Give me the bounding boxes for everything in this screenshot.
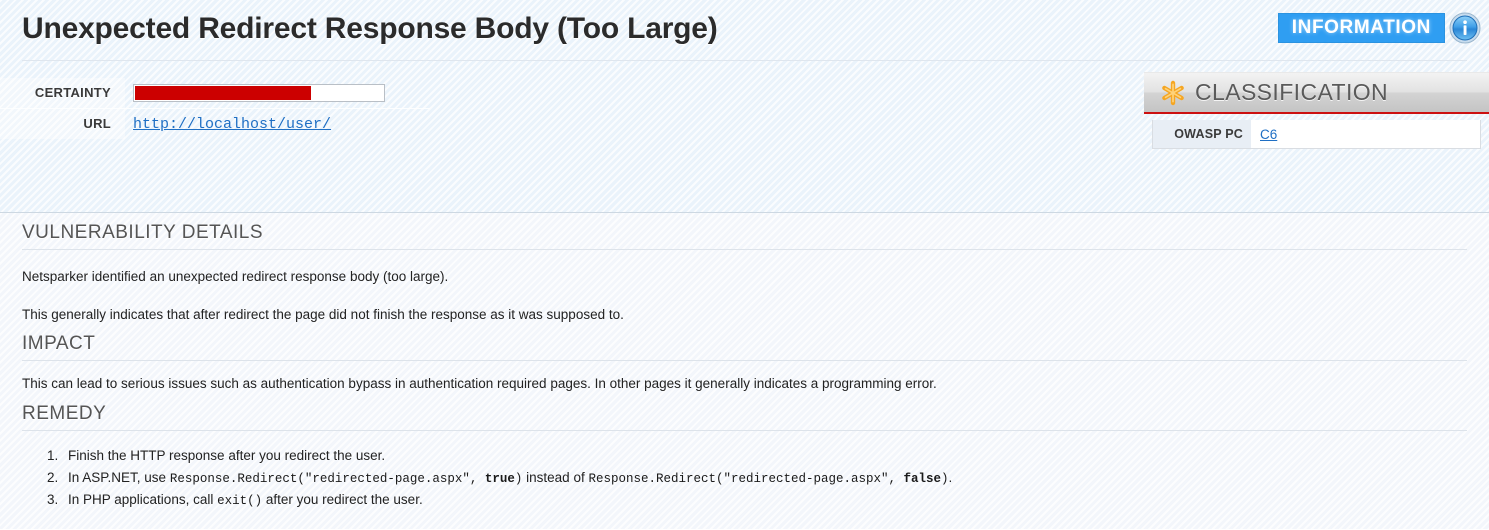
- inline-code: exit(): [217, 493, 263, 508]
- url-label: URL: [0, 109, 125, 139]
- classification-row-label: OWASP PC: [1153, 120, 1251, 148]
- section-heading-impact: IMPACT: [22, 333, 96, 355]
- details-paragraph-2: This generally indicates that after redi…: [22, 306, 624, 322]
- information-circle-icon[interactable]: [1449, 12, 1481, 44]
- url-value: http://localhost/user/: [125, 115, 331, 133]
- section-heading-remedy: REMEDY: [22, 402, 107, 424]
- inline-code: Response.Redirect("redirected-page.aspx"…: [169, 471, 485, 486]
- title-divider: [22, 60, 1467, 61]
- owasp-pc-link[interactable]: C6: [1260, 127, 1277, 142]
- report-meta-table: CERTAINTY URL http://localhost/user/: [0, 78, 430, 139]
- inline-text: In PHP applications, call: [68, 491, 218, 507]
- remedy-list: Finish the HTTP response after you redir…: [0, 445, 1489, 511]
- classification-row-owasp-pc: OWASP PC C6: [1152, 120, 1481, 149]
- inline-code: false: [903, 471, 942, 486]
- report-header: Unexpected Redirect Response Body (Too L…: [0, 0, 1489, 213]
- classification-row-value: C6: [1251, 127, 1277, 142]
- certainty-bar: [133, 84, 385, 102]
- severity-indicator: INFORMATION: [1277, 12, 1481, 44]
- target-url-link[interactable]: http://localhost/user/: [133, 116, 331, 133]
- title-row: Unexpected Redirect Response Body (Too L…: [0, 0, 1489, 61]
- report-body: VULNERABILITY DETAILS Netsparker identif…: [0, 213, 1489, 529]
- meta-row-certainty: CERTAINTY: [0, 78, 430, 108]
- section-heading-details: VULNERABILITY DETAILS: [22, 222, 264, 243]
- inline-text: .: [948, 469, 953, 485]
- inline-code: ): [941, 471, 949, 486]
- inline-text: Finish the HTTP response after you redir…: [68, 447, 386, 463]
- inline-code: true: [484, 471, 515, 486]
- classification-panel-header: CLASSIFICATION: [1144, 72, 1489, 114]
- classification-panel-title: CLASSIFICATION: [1195, 79, 1389, 105]
- certainty-bar-fill: [135, 86, 312, 100]
- certainty-value: [125, 84, 385, 102]
- section-divider-remedy: [22, 429, 1467, 431]
- details-paragraph-1: Netsparker identified an unexpected redi…: [22, 269, 449, 284]
- status-badge: INFORMATION: [1277, 13, 1445, 43]
- inline-text: In ASP.NET, use: [68, 469, 170, 485]
- vulnerability-report-page: Unexpected Redirect Response Body (Too L…: [0, 0, 1489, 530]
- orange-asterisk-icon: [1160, 80, 1186, 106]
- certainty-label: CERTAINTY: [0, 78, 125, 108]
- inline-text: instead of: [522, 469, 589, 485]
- meta-row-url: URL http://localhost/user/: [0, 108, 430, 139]
- list-item: Finish the HTTP response after you redir…: [62, 445, 1489, 467]
- list-item: In PHP applications, call exit() after y…: [62, 489, 1489, 511]
- inline-text: after you redirect the user.: [262, 491, 423, 507]
- list-item: In ASP.NET, use Response.Redirect("redir…: [62, 467, 1489, 489]
- inline-code: Response.Redirect("redirected-page.aspx"…: [588, 471, 904, 486]
- impact-paragraph-1: This can lead to serious issues such as …: [22, 376, 937, 392]
- classification-panel: CLASSIFICATION OWASP PC C6: [1144, 72, 1489, 149]
- page-title: Unexpected Redirect Response Body (Too L…: [22, 12, 718, 45]
